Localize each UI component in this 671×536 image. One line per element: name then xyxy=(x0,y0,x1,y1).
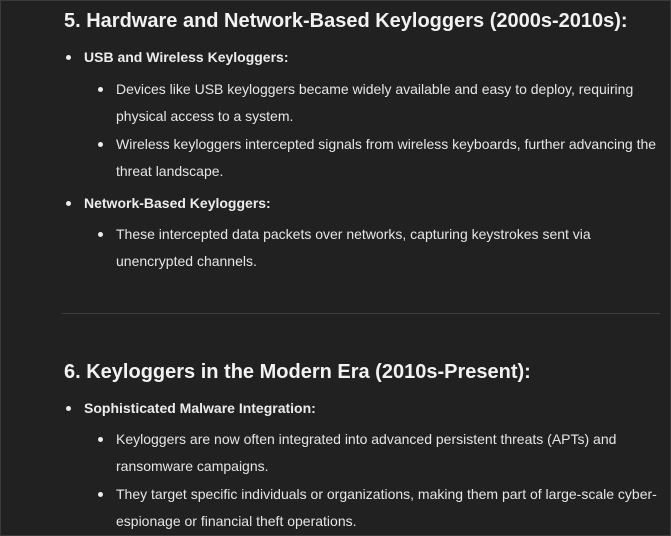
bullet-icon xyxy=(98,142,103,147)
list-item: These intercepted data packets over netw… xyxy=(98,221,658,275)
bullet-icon xyxy=(98,437,103,442)
group-label: USB and Wireless Keyloggers: xyxy=(84,49,289,65)
group-label: Network-Based Keyloggers: xyxy=(84,195,271,211)
section-6-heading: 6. Keyloggers in the Modern Era (2010s-P… xyxy=(64,361,531,383)
bullet-icon xyxy=(98,232,103,237)
list-item: They target specific individuals or orga… xyxy=(98,481,658,535)
bullet-icon xyxy=(98,492,103,497)
list-item: Wireless keyloggers intercepted signals … xyxy=(98,131,658,185)
bullet-icon xyxy=(66,55,71,60)
bullet-icon xyxy=(66,406,71,411)
list-item-text: These intercepted data packets over netw… xyxy=(116,226,591,269)
list-item: Keyloggers are now often integrated into… xyxy=(98,426,658,480)
list-item: Devices like USB keyloggers became widel… xyxy=(98,76,658,130)
list-item-text: Devices like USB keyloggers became widel… xyxy=(116,81,634,124)
group-label: Sophisticated Malware Integration: xyxy=(84,400,316,416)
article-content: 5. Hardware and Network-Based Keyloggers… xyxy=(0,0,671,536)
list-item-text: They target specific individuals or orga… xyxy=(116,486,657,529)
list-item-text: Keyloggers are now often integrated into… xyxy=(116,431,617,474)
bullet-icon xyxy=(66,201,71,206)
bullet-icon xyxy=(98,87,103,92)
section-divider xyxy=(62,313,660,314)
list-item-text: Wireless keyloggers intercepted signals … xyxy=(116,136,657,179)
section-5-heading: 5. Hardware and Network-Based Keyloggers… xyxy=(64,10,628,32)
